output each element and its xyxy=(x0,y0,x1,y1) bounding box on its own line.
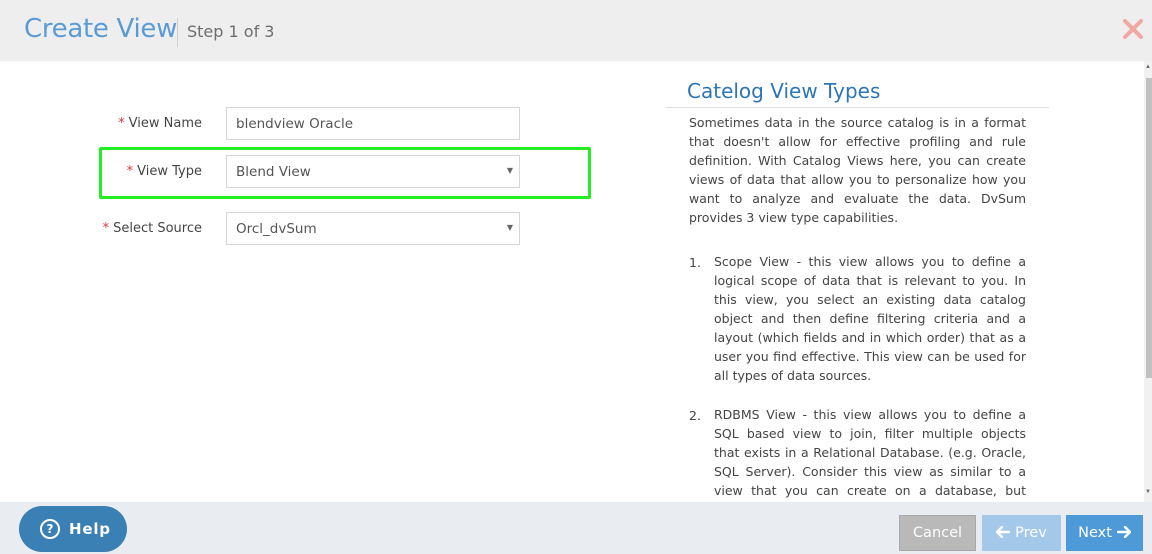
dialog-title: Create View xyxy=(24,14,178,44)
step-indicator: Step 1 of 3 xyxy=(187,22,275,41)
list-item-number: 2. xyxy=(689,408,701,423)
next-button[interactable]: Next xyxy=(1066,515,1143,551)
close-icon[interactable] xyxy=(1122,18,1144,40)
scroll-up-icon[interactable]: ▲ xyxy=(1145,64,1151,70)
help-label: Help xyxy=(69,520,111,538)
required-marker: * xyxy=(118,116,125,131)
select-source-select[interactable]: Orcl_dvSum ▼ xyxy=(226,212,520,245)
dialog-footer xyxy=(0,502,1152,554)
dropdown-arrow-icon: ▼ xyxy=(506,223,513,232)
help-icon: ? xyxy=(40,519,60,539)
view-type-label: * View Type xyxy=(126,164,202,179)
list-item-text: Scope View - this view allows you to def… xyxy=(714,254,1026,383)
required-marker: * xyxy=(126,164,134,179)
dropdown-arrow-icon: ▼ xyxy=(506,166,513,175)
prev-button[interactable]: Prev xyxy=(982,515,1061,551)
help-button[interactable]: ? Help xyxy=(19,506,127,552)
view-type-select[interactable]: Blend View ▼ xyxy=(226,155,520,188)
arrow-right-icon xyxy=(1116,525,1132,539)
view-name-input[interactable]: blendview Oracle xyxy=(226,107,520,140)
panel-divider xyxy=(666,107,1049,108)
header-divider xyxy=(177,18,178,47)
panel-title: Catelog View Types xyxy=(687,79,881,103)
cancel-button[interactable]: Cancel xyxy=(899,515,976,551)
list-item-number: 1. xyxy=(689,255,701,270)
scrollbar-thumb[interactable] xyxy=(1146,78,1152,378)
arrow-left-icon xyxy=(995,525,1011,539)
list-item-text: RDBMS View - this view allows you to def… xyxy=(714,407,1026,498)
select-source-label: * Select Source xyxy=(102,221,202,236)
required-marker: * xyxy=(102,221,110,236)
view-name-label: * View Name xyxy=(118,116,202,131)
panel-intro: Sometimes data in the source catalog is … xyxy=(689,115,1026,225)
scroll-down-icon[interactable]: ▼ xyxy=(1145,489,1151,495)
